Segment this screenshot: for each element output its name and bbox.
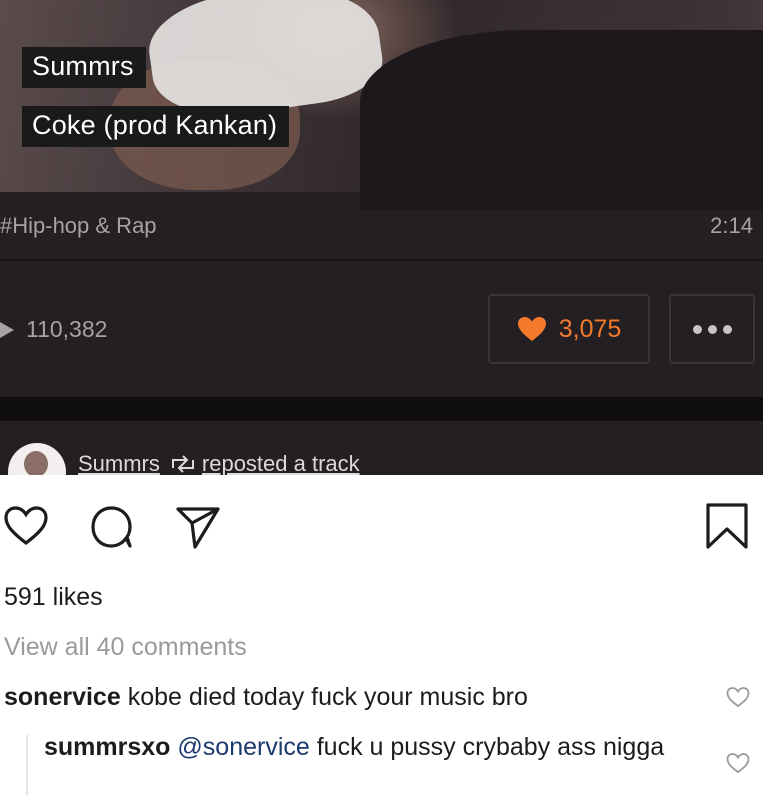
genre-tag[interactable]: #Hip-hop & Rap: [0, 213, 157, 239]
repost-action: reposted a track: [201, 451, 360, 475]
comment: sonervice kobe died today fuck your musi…: [4, 680, 528, 714]
reply-thread-line: [26, 735, 28, 795]
like-button[interactable]: 3,075: [488, 294, 650, 364]
comment-text: fuck u pussy crybaby ass nigga: [316, 733, 665, 761]
track-artist[interactable]: Summrs: [22, 47, 146, 88]
comment-username[interactable]: sonervice: [4, 683, 121, 711]
comment-text: kobe died today fuck your music bro: [127, 683, 528, 711]
track-artwork[interactable]: [0, 0, 763, 210]
avatar[interactable]: [8, 443, 66, 475]
divider: [0, 259, 763, 261]
play-icon: [0, 321, 14, 338]
more-icon: [690, 324, 735, 334]
track-title[interactable]: Coke (prod Kankan): [22, 106, 290, 147]
like-icon[interactable]: [4, 506, 48, 546]
repost-icon: [170, 455, 196, 473]
track-duration: 2:14: [710, 213, 753, 238]
heart-icon: [517, 316, 547, 342]
likes-count[interactable]: 591 likes: [4, 583, 103, 612]
repost-info[interactable]: Summrs reposted a track: [78, 451, 360, 475]
view-all-comments-link[interactable]: View all 40 comments: [4, 633, 247, 662]
soundcloud-track-card: Summrs Coke (prod Kankan) #Hip-hop & Rap…: [0, 0, 763, 475]
repost-user[interactable]: Summrs: [78, 451, 160, 475]
more-options-button[interactable]: [669, 294, 755, 364]
comment-mention[interactable]: @sonervice: [177, 733, 309, 761]
artwork-jacket: [360, 30, 763, 210]
save-icon[interactable]: [705, 502, 749, 550]
repost-row: Summrs reposted a track: [0, 421, 763, 475]
play-count: 110,382: [0, 316, 107, 343]
play-count-value: 110,382: [26, 316, 108, 342]
comment-like-icon[interactable]: [726, 686, 750, 708]
comment-like-icon[interactable]: [726, 752, 750, 774]
comment-reply: summrsxo @sonervice fuck u pussy crybaby…: [44, 730, 684, 764]
like-count: 3,075: [558, 314, 622, 343]
comment-username[interactable]: summrsxo: [44, 733, 170, 761]
comment-icon[interactable]: [90, 505, 134, 549]
share-icon[interactable]: [175, 505, 221, 549]
section-separator: [0, 397, 763, 421]
